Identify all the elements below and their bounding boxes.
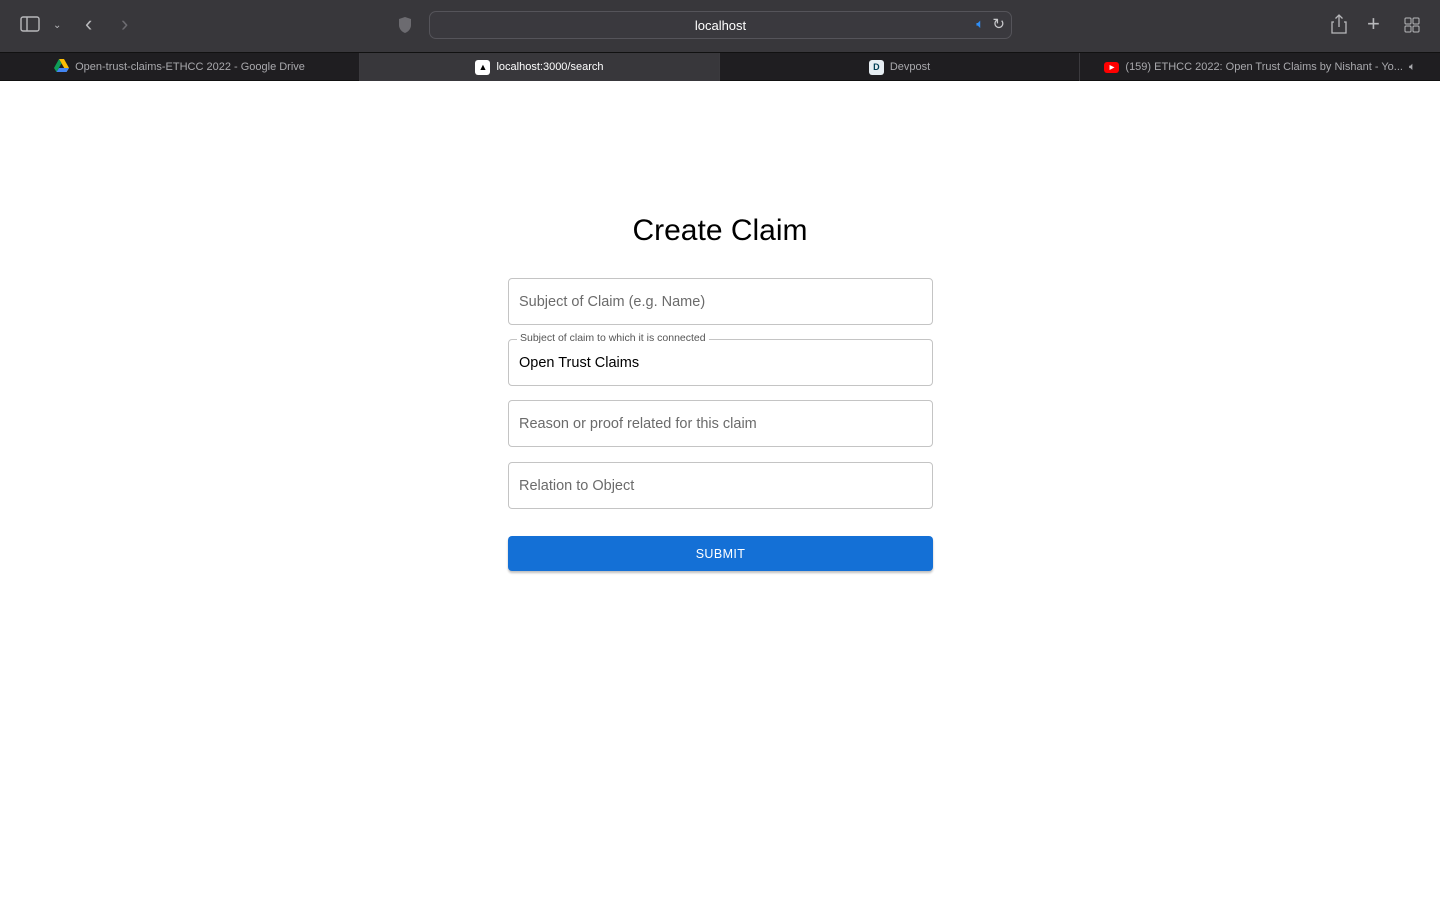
reason-field[interactable] [508,400,933,447]
subject-field[interactable] [508,278,933,325]
shield-icon[interactable] [398,16,412,38]
tab-bar: Open-trust-claims-ETHCC 2022 - Google Dr… [0,52,1440,81]
audio-playing-icon[interactable]: 🔈︎ [1409,61,1416,74]
tab-title: (159) ETHCC 2022: Open Trust Claims by N… [1125,61,1403,73]
reload-icon[interactable]: ↻ [992,15,1005,33]
browser-toolbar: ⌄ ‹ › localhost 🔈︎ ↻ + [0,0,1440,52]
tab-title: localhost:3000/search [496,61,604,73]
tab-devpost[interactable]: D Devpost [720,53,1080,81]
back-icon[interactable]: ‹ [85,13,92,35]
relation-input[interactable] [519,463,919,508]
youtube-icon: ▶ [1104,61,1120,73]
tab-localhost[interactable]: ▲ localhost:3000/search [360,53,720,81]
connected-subject-field[interactable]: Subject of claim to which it is connecte… [508,332,933,386]
address-bar[interactable]: localhost 🔈︎ ↻ [429,11,1012,39]
tab-title: Devpost [889,61,931,73]
tab-google-drive[interactable]: Open-trust-claims-ETHCC 2022 - Google Dr… [0,53,360,81]
forward-icon[interactable]: › [121,13,128,35]
sidebar-icon[interactable] [20,16,40,36]
connected-subject-input[interactable] [519,340,919,385]
share-icon[interactable] [1331,14,1347,38]
google-drive-icon [54,59,70,75]
tab-youtube[interactable]: ▶ (159) ETHCC 2022: Open Trust Claims by… [1080,53,1440,81]
page-title: Create Claim [632,214,808,247]
tab-overview-icon[interactable] [1404,17,1420,37]
speaker-icon[interactable]: 🔈︎ [976,16,984,32]
submit-button[interactable]: SUBMIT [508,536,933,571]
subject-input[interactable] [519,279,919,324]
url-text: localhost [694,18,747,33]
new-tab-icon[interactable]: + [1367,13,1380,35]
tab-title: Open-trust-claims-ETHCC 2022 - Google Dr… [75,61,305,73]
chevron-down-icon[interactable]: ⌄ [53,16,61,36]
app-icon: ▲ [475,59,491,75]
relation-field[interactable] [508,462,933,509]
reason-input[interactable] [519,401,919,446]
devpost-icon: D [868,59,884,75]
